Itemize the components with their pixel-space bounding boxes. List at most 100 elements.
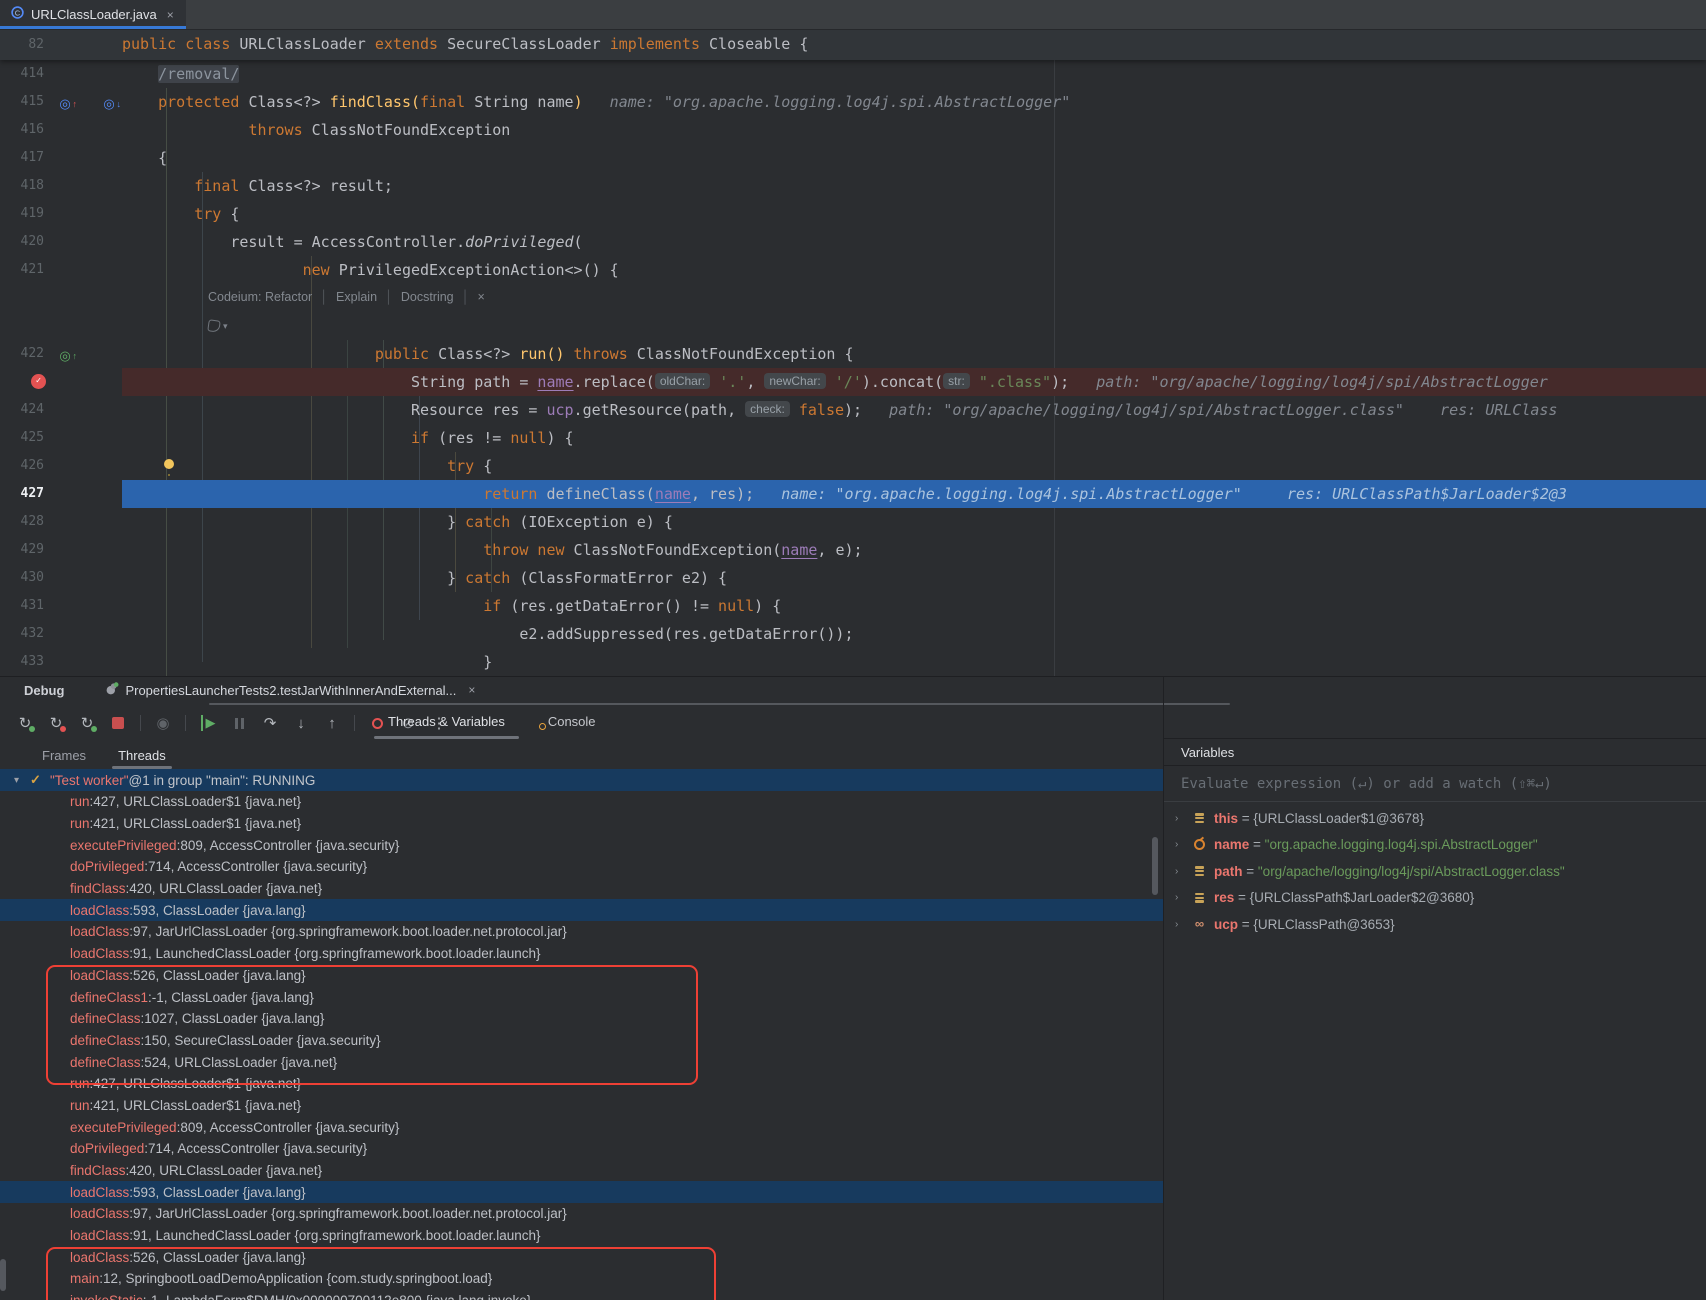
record-button[interactable]: ◉ [152, 711, 174, 735]
code-text: public Class<?> run() throws ClassNotFou… [122, 340, 1706, 368]
close-tab-icon[interactable]: × [167, 8, 174, 22]
codeium-action[interactable]: Docstring [401, 290, 454, 304]
recursive-call-up-icon[interactable]: ◎↑ [57, 96, 73, 112]
intention-bulb-icon[interactable] [164, 459, 174, 469]
chevron-down-icon[interactable]: ▾ [223, 312, 228, 340]
evaluate-expression-input[interactable]: Evaluate expression (↵) or add a watch (… [1164, 767, 1706, 802]
code-token: Class<?> [438, 345, 519, 363]
debug-session-tab[interactable]: PropertiesLauncherTests2.testJarWithInne… [104, 681, 475, 699]
close-session-icon[interactable]: × [468, 683, 475, 697]
frame-row[interactable]: invokeStatic:-1, LambdaForm$DMH/0x000000… [0, 1290, 1163, 1300]
view-breakpoints-button[interactable] [366, 711, 388, 735]
variable-name: path [1214, 864, 1243, 879]
code-token: (ClassFormatError e2) { [519, 569, 727, 587]
gutter-icons [52, 480, 122, 508]
tab-console[interactable]: Console [539, 703, 596, 739]
step-into-button[interactable]: ↓ [290, 711, 312, 735]
code-token [122, 65, 158, 83]
scrollbar-thumb-left[interactable] [0, 1259, 6, 1291]
chevron-right-icon[interactable]: › [1175, 866, 1188, 877]
tab-frames[interactable]: Frames [42, 743, 86, 767]
rerun-failed-button[interactable]: ↻ [45, 711, 67, 735]
frame-row[interactable]: run:421, URLClassLoader$1 {java.net} [0, 1095, 1163, 1117]
line-number: 425 [0, 424, 52, 452]
codeium-action[interactable]: Codeium: Refactor [208, 290, 312, 304]
resume-button[interactable]: ▶ [197, 711, 219, 735]
restart-button[interactable]: ↻ [76, 711, 98, 735]
frame-row[interactable]: main:12, SpringbootLoadDemoApplication {… [0, 1268, 1163, 1290]
frame-row[interactable]: loadClass:593, ClassLoader {java.lang} [0, 899, 1163, 921]
codeium-icon-row: ▾ [0, 312, 1706, 340]
frame-row[interactable]: defineClass:150, SecureClassLoader {java… [0, 1030, 1163, 1052]
recursive-call-icon[interactable]: ◎↑ [57, 348, 73, 364]
file-tab-urlclassloader[interactable]: C URLClassLoader.java × [0, 0, 186, 29]
variable-row[interactable]: ›path = "org/apache/logging/log4j/spi/Ab… [1164, 858, 1706, 885]
recursive-call-down-icon[interactable]: ◎↓ [101, 96, 117, 112]
gutter-icons [52, 536, 122, 564]
code-token: { [230, 205, 239, 223]
chevron-down-icon[interactable]: ▾ [14, 775, 19, 786]
step-out-button[interactable]: ↑ [321, 711, 343, 735]
frame-row[interactable]: executePrivileged:809, AccessController … [0, 1116, 1163, 1138]
inline-debug-value: path: "org/apache/logging/log4j/spi/Abst… [1069, 373, 1548, 391]
variable-row[interactable]: ›this = {URLClassLoader$1@3678} [1164, 805, 1706, 832]
code-line-426: 426 try { [0, 452, 1706, 480]
pause-button[interactable] [228, 711, 250, 735]
code-text: /removal/ [122, 60, 1706, 88]
variable-row[interactable]: ›∞ucp = {URLClassPath@3653} [1164, 911, 1706, 938]
code-token: catch [465, 513, 519, 531]
codeium-actions[interactable]: Codeium: Refactor│Explain│Docstring│× [0, 284, 485, 312]
code-editor[interactable]: 414 /removal/415◎↑◎↓ protected Class<?> … [0, 60, 1706, 676]
chevron-right-icon[interactable]: › [1175, 919, 1188, 930]
frame-row[interactable]: executePrivileged:809, AccessController … [0, 834, 1163, 856]
variable-name: ucp [1214, 917, 1238, 932]
frame-row[interactable]: findClass:420, URLClassLoader {java.net} [0, 1160, 1163, 1182]
frame-method: findClass [70, 881, 126, 896]
frame-row[interactable]: run:427, URLClassLoader$1 {java.net} [0, 791, 1163, 813]
code-text: } catch (IOException e) { [122, 508, 1706, 536]
frame-row[interactable]: doPrivileged:714, AccessController {java… [0, 1138, 1163, 1160]
code-token: extends [375, 35, 447, 53]
frame-row[interactable]: loadClass:526, ClassLoader {java.lang} [0, 965, 1163, 987]
frame-row[interactable]: loadClass:526, ClassLoader {java.lang} [0, 1246, 1163, 1268]
codeium-logo-icon[interactable] [207, 319, 221, 333]
frame-row[interactable]: loadClass:91, LaunchedClassLoader {org.s… [0, 1225, 1163, 1247]
breakpoint-icon[interactable]: ✓ [31, 374, 46, 389]
param-hint-chip: newChar: [764, 373, 825, 389]
frame-row[interactable]: run:421, URLClassLoader$1 {java.net} [0, 813, 1163, 835]
chevron-right-icon[interactable]: › [1175, 839, 1188, 850]
variable-row[interactable]: ›name = "org.apache.logging.log4j.spi.Ab… [1164, 832, 1706, 859]
stack-icon [1192, 893, 1207, 903]
frame-row[interactable]: loadClass:97, JarUrlClassLoader {org.spr… [0, 1203, 1163, 1225]
line-number: 421 [0, 256, 52, 284]
frame-method: executePrivileged [70, 838, 177, 853]
stop-button[interactable] [107, 711, 129, 735]
tab-threads[interactable]: Threads [118, 743, 166, 767]
frame-row[interactable]: loadClass:91, LaunchedClassLoader {org.s… [0, 943, 1163, 965]
frame-row[interactable]: doPrivileged:714, AccessController {java… [0, 856, 1163, 878]
code-token: name [655, 485, 691, 503]
thread-row[interactable]: ▾ ✓ "Test worker" @1 in group "main": RU… [0, 769, 1163, 791]
frame-row[interactable]: loadClass:593, ClassLoader {java.lang} [0, 1181, 1163, 1203]
line-number: 82 [0, 29, 52, 60]
variable-row[interactable]: ›res = {URLClassPath$JarLoader$2@3680} [1164, 885, 1706, 912]
chevron-right-icon[interactable]: › [1175, 813, 1188, 824]
codeium-action[interactable]: Explain [336, 290, 377, 304]
code-token: throw new [483, 541, 573, 559]
gutter-icons [52, 368, 122, 396]
frame-row[interactable]: loadClass:97, JarUrlClassLoader {org.spr… [0, 921, 1163, 943]
rerun-button[interactable]: ↻ [14, 711, 36, 735]
frame-row[interactable]: defineClass:524, URLClassLoader {java.ne… [0, 1051, 1163, 1073]
codeium-action[interactable]: × [477, 290, 484, 304]
frame-row[interactable]: run:427, URLClassLoader$1 {java.net} [0, 1073, 1163, 1095]
chevron-right-icon[interactable]: › [1175, 892, 1188, 903]
tab-threads-variables[interactable]: Threads & Variables [388, 703, 505, 739]
frame-row[interactable]: findClass:420, URLClassLoader {java.net} [0, 878, 1163, 900]
frame-row[interactable]: defineClass:1027, ClassLoader {java.lang… [0, 1008, 1163, 1030]
scrollbar-thumb[interactable] [1152, 837, 1158, 895]
frame-location: :714, AccessController {java.security} [144, 859, 367, 874]
code-text: if (res != null) { [122, 424, 1706, 452]
step-over-button[interactable]: ↷ [259, 711, 281, 735]
frame-location: :421, URLClassLoader$1 {java.net} [90, 816, 302, 831]
frame-row[interactable]: defineClass1:-1, ClassLoader {java.lang} [0, 986, 1163, 1008]
